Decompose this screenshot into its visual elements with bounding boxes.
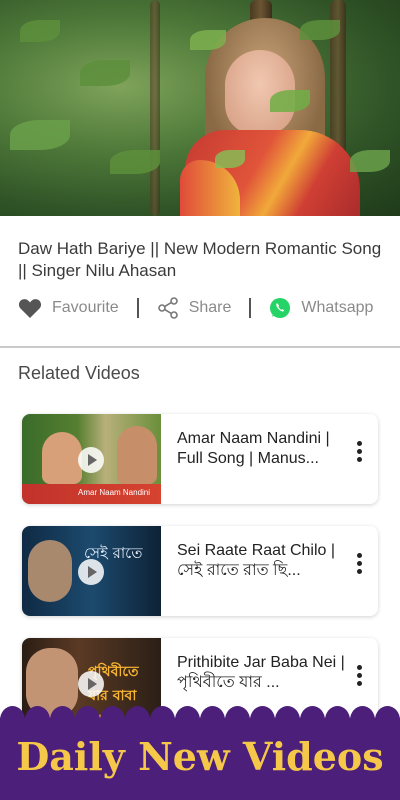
play-icon bbox=[78, 447, 104, 473]
play-icon bbox=[78, 671, 104, 697]
share-label: Share bbox=[188, 299, 232, 316]
heart-icon bbox=[18, 297, 42, 319]
more-options-icon[interactable] bbox=[354, 553, 364, 577]
related-video-title: Sei Raate Raat Chilo | সেই রাতে রাত ছি..… bbox=[177, 542, 336, 579]
related-video-title: Amar Naam Nandini | Full Song | Manus... bbox=[177, 430, 330, 467]
whatsapp-label: Whatsapp bbox=[301, 299, 374, 316]
related-videos-heading: Related Videos bbox=[18, 363, 140, 383]
video-thumbnail: Amar Naam Nandini bbox=[22, 414, 161, 504]
play-icon bbox=[78, 559, 104, 585]
share-icon bbox=[157, 297, 179, 319]
video-thumbnail: সেই রাতে bbox=[22, 526, 161, 616]
separator bbox=[249, 298, 252, 318]
related-video-card[interactable]: Amar Naam Nandini Amar Naam Nandini | Fu… bbox=[22, 414, 378, 504]
related-video-card[interactable]: সেই রাতে Sei Raate Raat Chilo | সেই রাতে… bbox=[22, 526, 378, 616]
more-options-icon[interactable] bbox=[354, 665, 364, 689]
promo-banner-text: Daily New Videos bbox=[16, 734, 384, 779]
whatsapp-button[interactable]: Whatsapp bbox=[269, 297, 373, 319]
related-video-title: Prithibite Jar Baba Nei | পৃথিবীতে যার .… bbox=[177, 654, 345, 691]
video-player[interactable] bbox=[0, 0, 400, 216]
more-options-icon[interactable] bbox=[354, 441, 364, 465]
video-title: Daw Hath Bariye || New Modern Romantic S… bbox=[18, 239, 382, 280]
thumbnail-caption: Amar Naam Nandini bbox=[78, 488, 151, 497]
separator bbox=[136, 298, 139, 318]
divider bbox=[0, 346, 400, 348]
whatsapp-icon bbox=[269, 297, 291, 319]
favourite-label: Favourite bbox=[52, 299, 119, 316]
video-actions: Favourite Share Whatsapp bbox=[18, 294, 382, 322]
share-button[interactable]: Share bbox=[157, 297, 232, 319]
favourite-button[interactable]: Favourite bbox=[18, 297, 119, 319]
